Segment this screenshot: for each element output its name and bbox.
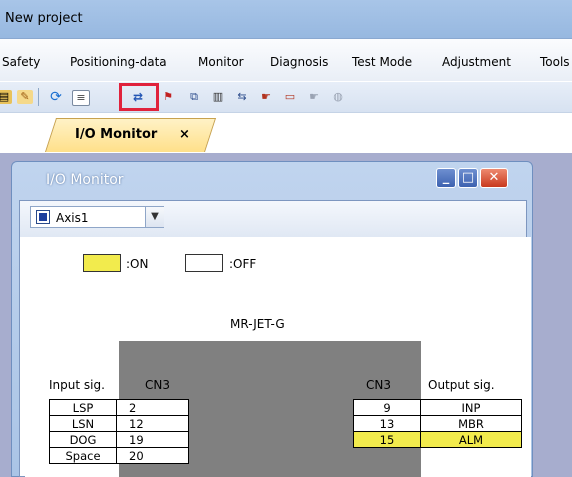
drive-recorder-icon[interactable]: ▥ (210, 90, 226, 104)
table-row: Space 20 (49, 447, 189, 464)
legend-off-label: :OFF (229, 257, 257, 271)
axis-selector[interactable] (30, 206, 164, 228)
output-signal-mbr: MBR (420, 415, 522, 432)
menu-tools[interactable]: Tools (540, 55, 570, 69)
output-connector-label: CN3 (366, 378, 391, 392)
io-monitor-window-title: I/O Monitor (46, 172, 124, 188)
legend-on-swatch (83, 254, 121, 272)
legend-off-swatch (185, 254, 223, 272)
axis-icon (36, 210, 50, 224)
alarm-display-icon[interactable]: ⚑ (160, 90, 176, 104)
input-connector-label: CN3 (145, 378, 170, 392)
menu-adjustment[interactable]: Adjustment (442, 55, 511, 69)
input-signal-space: Space (49, 447, 117, 464)
input-signal-lsp: LSP (49, 399, 117, 416)
io-monitor-highlight (119, 83, 159, 111)
table-row: 13 MBR (353, 415, 522, 432)
machine-analyzer-icon[interactable]: ◍ (330, 90, 346, 104)
input-pin-2: 2 (116, 399, 189, 416)
axis-selector-value: Axis1 (56, 211, 89, 225)
input-signal-table: LSP 2 LSN 12 DOG 19 Space 20 (49, 399, 189, 464)
chevron-down-icon[interactable]: ▼ (145, 207, 164, 227)
refresh-icon[interactable]: ⟳ (48, 90, 64, 104)
input-signal-lsn: LSN (49, 415, 117, 432)
window-title: New project (5, 11, 83, 26)
table-row: 15 ALM (353, 431, 522, 448)
menu-monitor[interactable]: Monitor (198, 55, 244, 69)
toolbar-separator (38, 88, 39, 106)
title-bar: New project (0, 0, 572, 39)
output-header: Output sig. (428, 378, 495, 392)
menu-diagnosis[interactable]: Diagnosis (270, 55, 328, 69)
positioning-icon[interactable]: ☛ (258, 90, 274, 104)
output-pin-9: 9 (353, 399, 421, 416)
input-header: Input sig. (49, 378, 105, 392)
legend-on-label: :ON (126, 257, 149, 271)
output-signal-table: 9 INP 13 MBR 15 ALM (353, 399, 522, 448)
table-row: LSP 2 (49, 399, 189, 416)
table-row: LSN 12 (49, 415, 189, 432)
input-pin-20: 20 (116, 447, 189, 464)
axis-monitor-icon[interactable]: ⧉ (186, 90, 202, 104)
jog-icon[interactable]: ⇆ (234, 90, 250, 104)
menu-safety[interactable]: Safety (2, 55, 40, 69)
motorless-icon[interactable]: ▭ (282, 90, 298, 104)
output-signal-inp: INP (420, 399, 522, 416)
model-name: MR-JET-G (230, 317, 285, 331)
close-button[interactable]: ✕ (480, 168, 508, 188)
output-pin-15: 15 (353, 431, 421, 448)
menu-positioning-data[interactable]: Positioning-data (70, 55, 167, 69)
parameter-list-icon[interactable]: ≡ (72, 90, 90, 106)
table-row: 9 INP (353, 399, 522, 416)
minimize-button[interactable]: _ (436, 168, 456, 188)
read-icon[interactable]: ▤ (0, 90, 12, 104)
input-pin-19: 19 (116, 431, 189, 448)
maximize-button[interactable]: □ (458, 168, 478, 188)
menu-test-mode[interactable]: Test Mode (352, 55, 412, 69)
output-signal-alm: ALM (420, 431, 522, 448)
output-pin-13: 13 (353, 415, 421, 432)
tab-io-monitor-label: I/O Monitor (75, 127, 158, 142)
program-icon[interactable]: ☛ (306, 90, 322, 104)
input-signal-dog: DOG (49, 431, 117, 448)
input-pin-12: 12 (116, 415, 189, 432)
write-icon[interactable]: ✎ (17, 90, 33, 104)
table-row: DOG 19 (49, 431, 189, 448)
tab-close-icon[interactable]: × (179, 127, 190, 142)
